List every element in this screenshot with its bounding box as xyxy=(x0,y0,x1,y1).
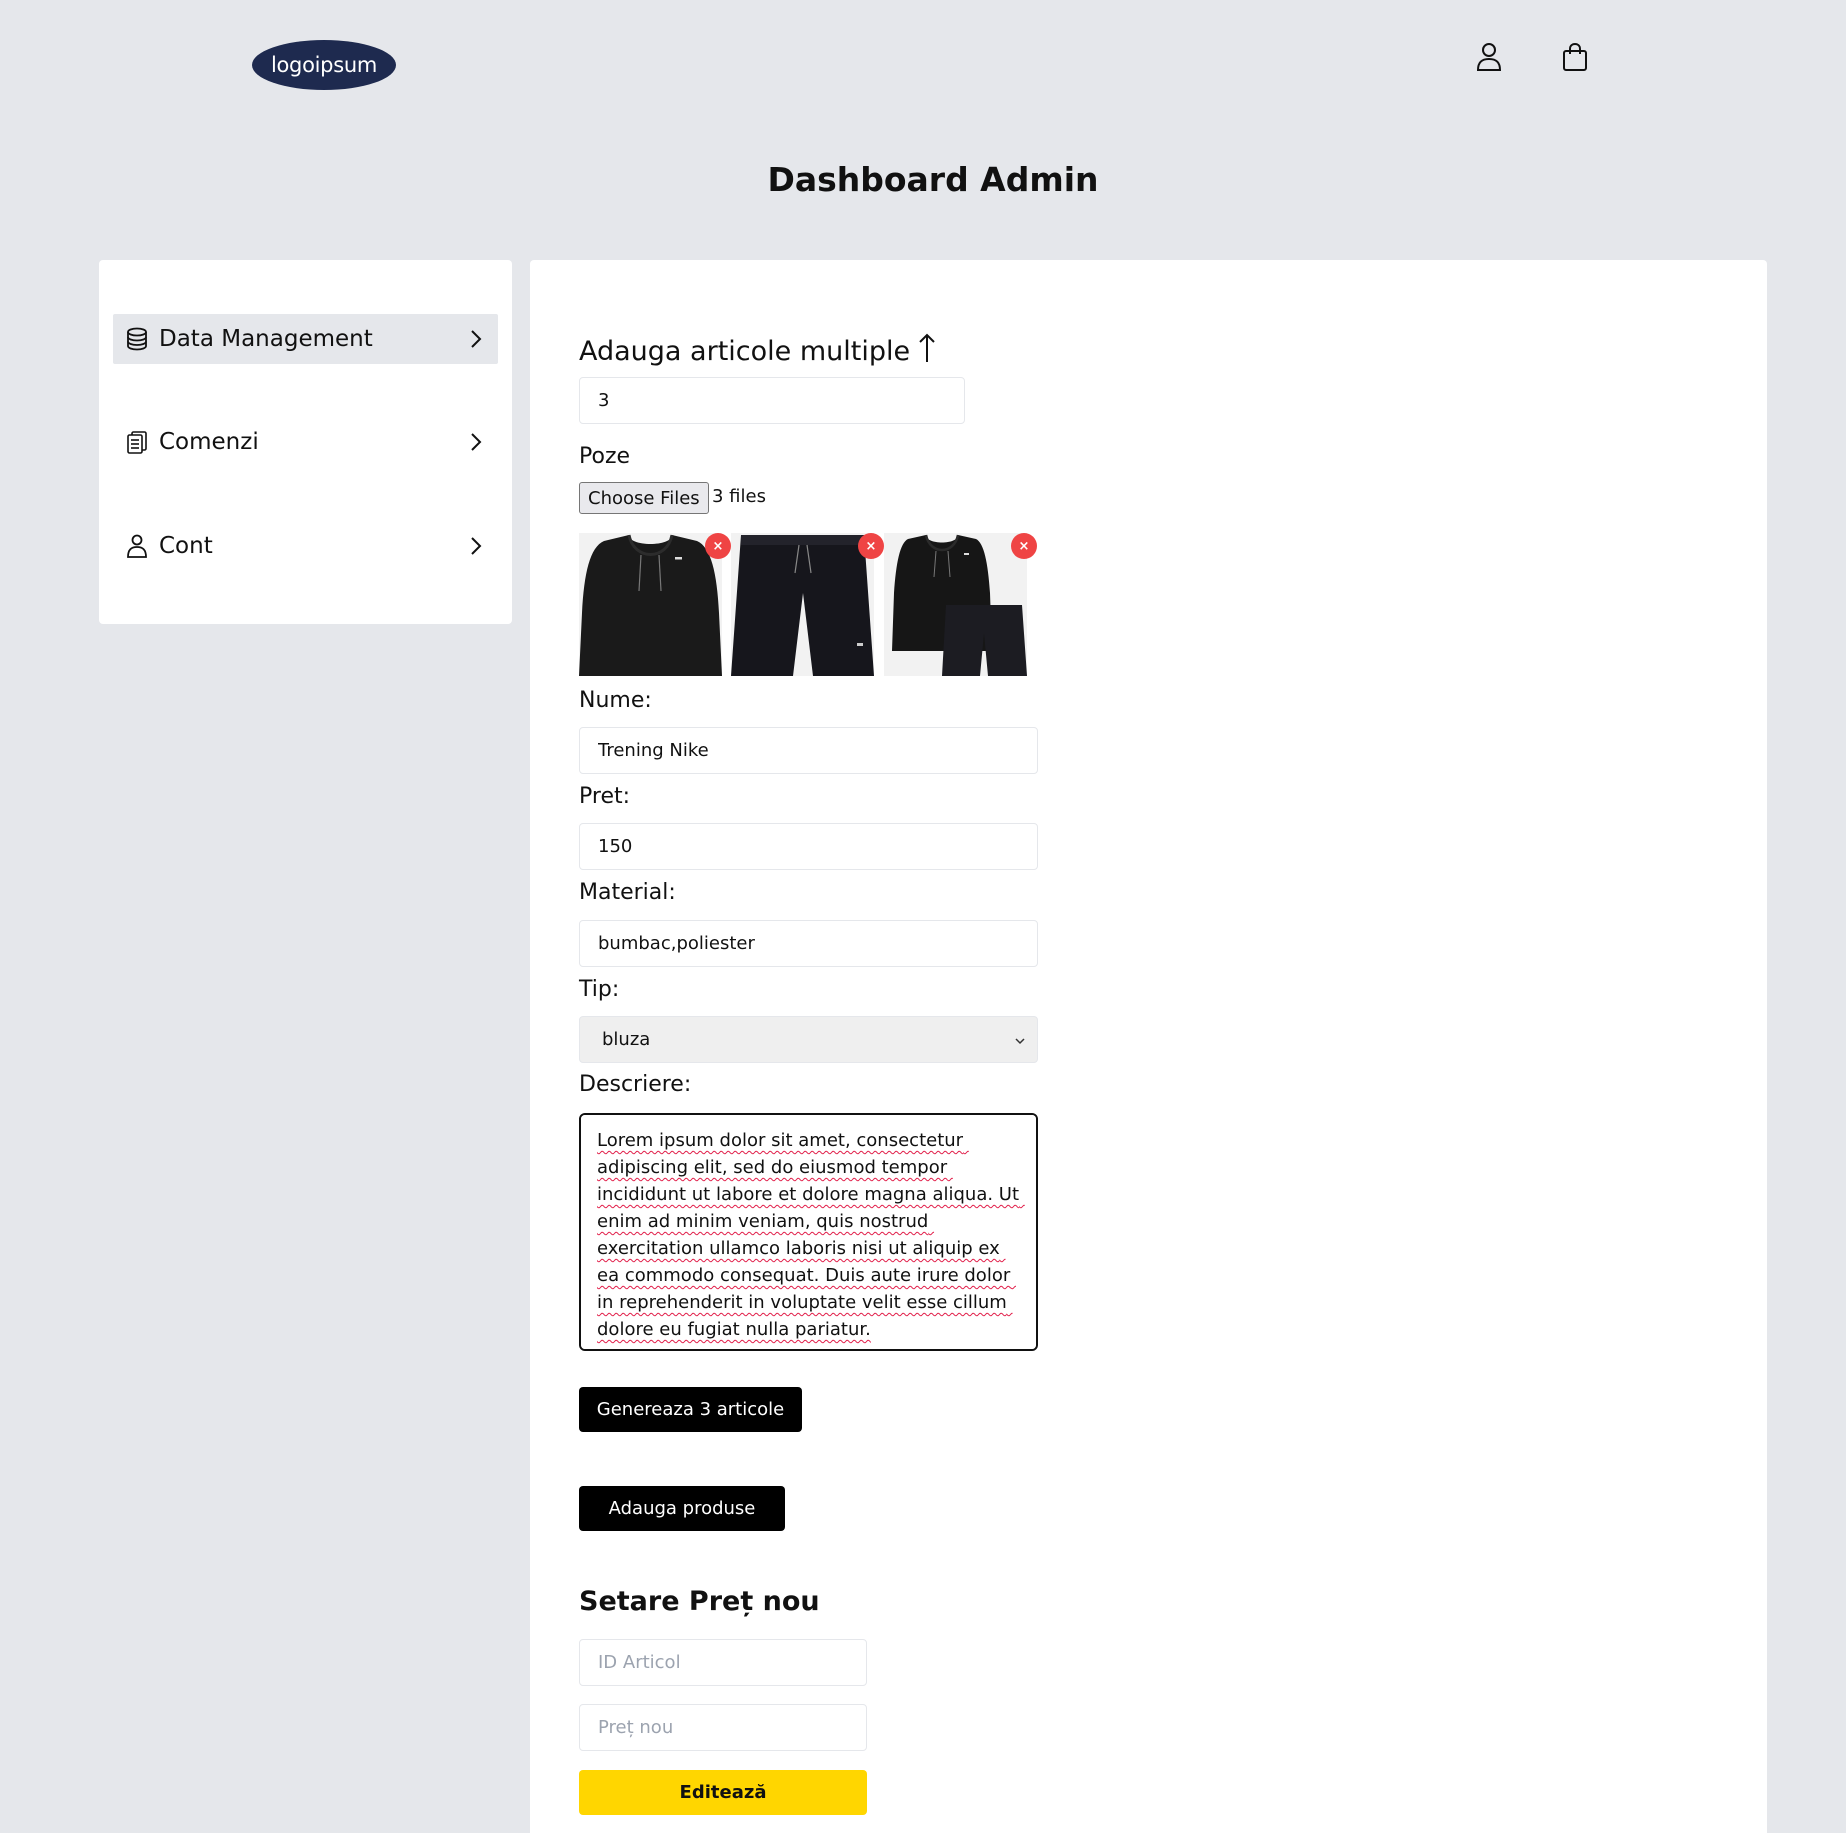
type-select[interactable]: bluza xyxy=(579,1016,1038,1063)
section-title-text: Adauga articole multiple xyxy=(579,336,911,367)
shopping-bag-icon[interactable] xyxy=(1558,40,1592,74)
quantity-input[interactable] xyxy=(579,377,965,424)
section-title[interactable]: Adauga articole multiple xyxy=(579,332,936,371)
sidebar-item-label: Data Management xyxy=(159,326,373,352)
description-textarea[interactable]: Lorem ipsum dolor sit amet, consectetur … xyxy=(579,1113,1038,1351)
sidebar-item-comenzi[interactable]: Comenzi xyxy=(113,417,498,467)
hoodie-image xyxy=(579,533,722,676)
chevron-down-icon xyxy=(1015,1029,1025,1050)
choose-files-button[interactable]: Choose Files xyxy=(579,482,709,514)
sidebar-item-label: Comenzi xyxy=(159,429,259,455)
set-price-title: Setare Preț nou xyxy=(579,1586,820,1617)
arrow-up-icon xyxy=(918,332,936,371)
chevron-right-icon xyxy=(466,430,486,454)
user-icon xyxy=(125,534,149,558)
price-label: Pret: xyxy=(579,784,631,809)
edit-price-button[interactable]: Editează xyxy=(579,1770,867,1815)
material-label: Material: xyxy=(579,880,676,905)
user-icon[interactable] xyxy=(1472,40,1506,74)
remove-image-button[interactable]: × xyxy=(1011,533,1037,559)
remove-image-button[interactable]: × xyxy=(858,533,884,559)
page-title: Dashboard Admin xyxy=(767,160,1099,199)
new-price-input[interactable] xyxy=(579,1704,867,1751)
file-status: 3 files xyxy=(712,486,766,507)
shorts-image xyxy=(731,533,874,676)
description-label: Descriere: xyxy=(579,1072,692,1097)
material-input[interactable] xyxy=(579,920,1038,967)
article-id-input[interactable] xyxy=(579,1639,867,1686)
main-panel: Adauga articole multiple Poze Choose Fil… xyxy=(530,260,1767,1833)
tracksuit-image xyxy=(884,533,1027,676)
generate-articles-button[interactable]: Genereaza 3 articole xyxy=(579,1387,802,1432)
sidebar: Data Management Comenzi Cont xyxy=(99,260,512,624)
type-label: Tip: xyxy=(579,977,620,1002)
images-label: Poze xyxy=(579,444,631,469)
chevron-right-icon xyxy=(466,534,486,558)
name-label: Nume: xyxy=(579,688,652,713)
sidebar-item-label: Cont xyxy=(159,533,213,559)
chevron-right-icon xyxy=(466,327,486,351)
sidebar-item-data-management[interactable]: Data Management xyxy=(113,314,498,364)
clipboard-list-icon xyxy=(125,430,149,454)
database-icon xyxy=(125,327,149,351)
name-input[interactable] xyxy=(579,727,1038,774)
type-select-value: bluza xyxy=(602,1029,651,1050)
price-input[interactable] xyxy=(579,823,1038,870)
add-products-button[interactable]: Adauga produse xyxy=(579,1486,785,1531)
sidebar-item-cont[interactable]: Cont xyxy=(113,521,498,571)
logo[interactable]: logoipsum xyxy=(252,40,396,90)
remove-image-button[interactable]: × xyxy=(705,533,731,559)
